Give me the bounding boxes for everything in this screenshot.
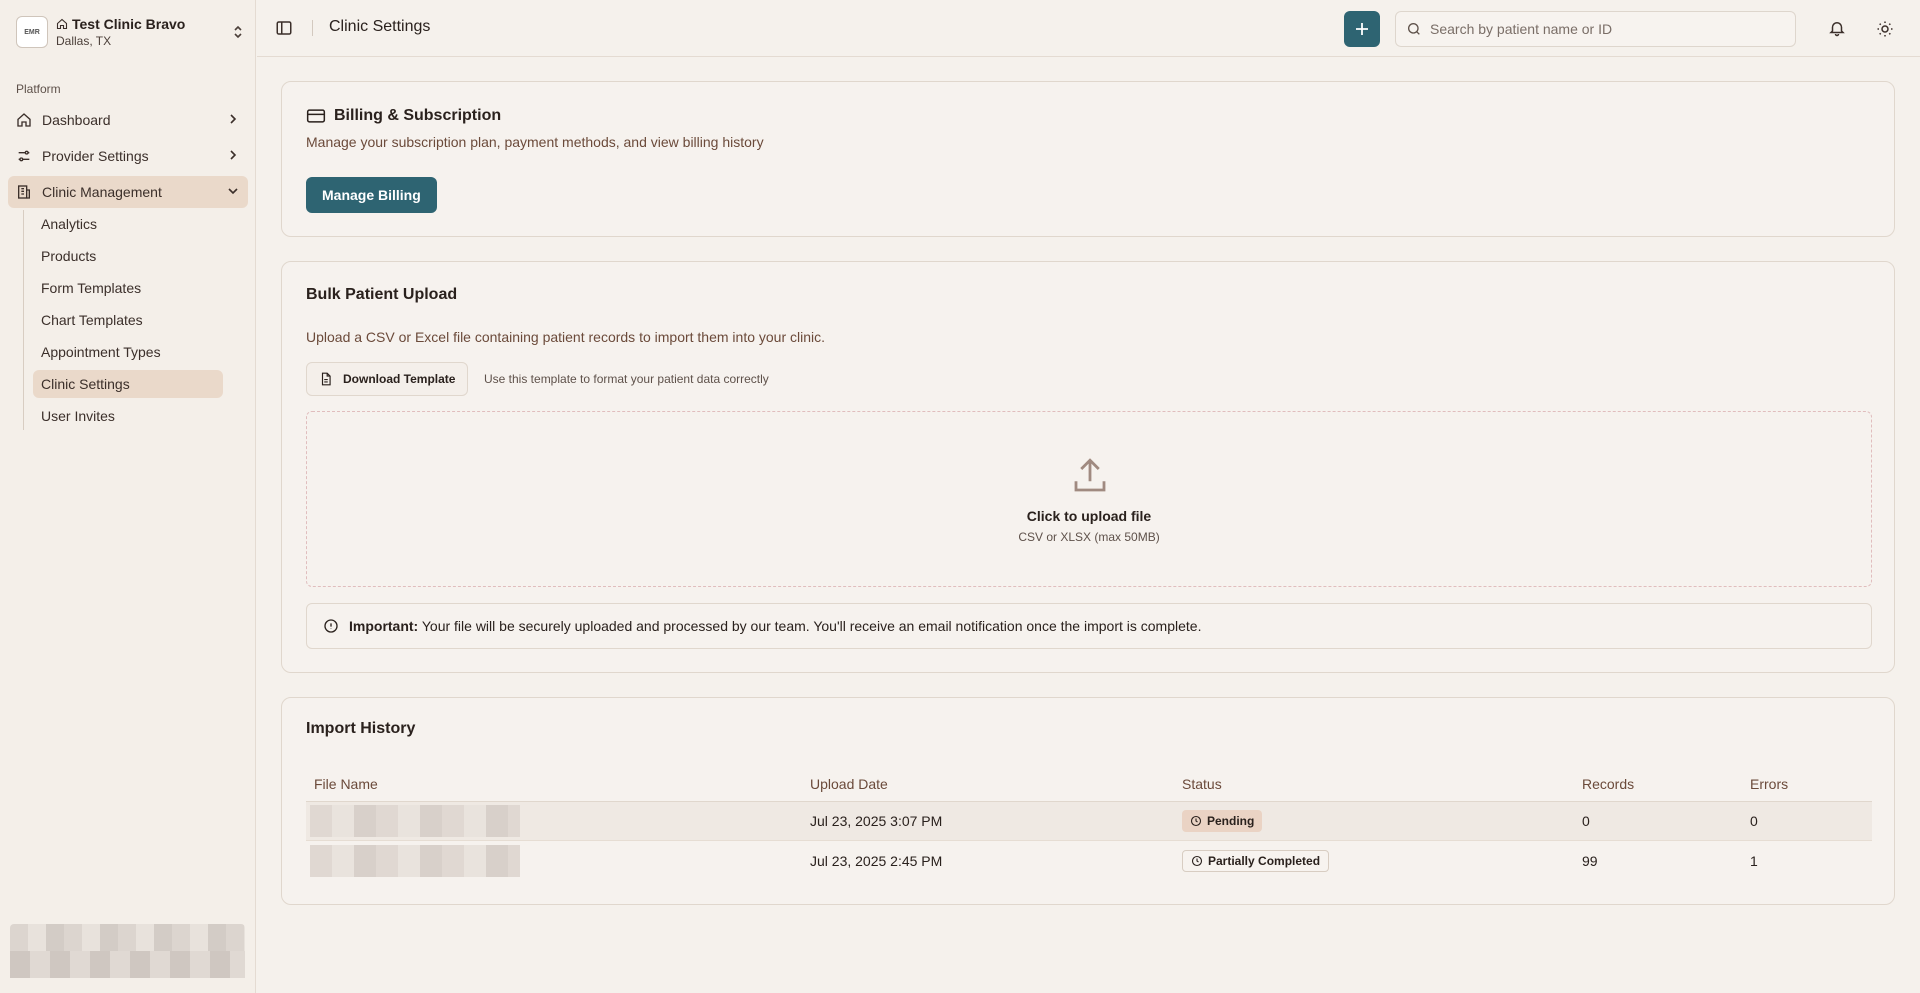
sidebar-subitem-products[interactable]: Products <box>33 242 223 270</box>
search-icon <box>1408 23 1420 35</box>
column-header: Upload Date <box>810 775 888 792</box>
file-dropzone[interactable]: Click to upload file CSV or XLSX (max 50… <box>306 411 1872 587</box>
billing-title-text: Billing & Subscription <box>334 107 502 124</box>
column-header: File Name <box>314 775 378 792</box>
status-badge: Partially Completed <box>1182 849 1330 872</box>
user-profile-redacted[interactable] <box>10 924 245 978</box>
home-icon <box>16 112 32 128</box>
sidebar-item-label: Dashboard <box>42 112 111 128</box>
sidebar-item-label: Clinic Management <box>42 184 162 200</box>
theme-toggle-button[interactable] <box>1867 11 1903 47</box>
upload-date-cell: Jul 23, 2025 3:07 PM <box>810 813 943 829</box>
sidebar-item-clinic-management[interactable]: Clinic Management <box>8 176 248 208</box>
sidebar-subitem-appointment-types[interactable]: Appointment Types <box>33 338 223 366</box>
home-icon <box>56 18 68 30</box>
chevrons-up-down-icon <box>230 24 246 40</box>
clinic-management-subnav: Analytics Products Form Templates Chart … <box>23 210 248 430</box>
search-box[interactable] <box>1395 11 1796 47</box>
important-notice: Important: Your file will be securely up… <box>306 603 1872 649</box>
sidebar-nav: Dashboard Provider Settings Clinic Manag… <box>8 104 248 434</box>
clinic-name: Test Clinic Bravo <box>56 16 230 32</box>
plus-icon <box>1356 23 1368 35</box>
bulk-upload-title: Bulk Patient Upload <box>306 286 458 303</box>
import-history-table: File Name Upload Date Status Records Err… <box>306 766 1872 880</box>
notice-bold: Important: <box>349 618 419 634</box>
table-row[interactable]: Jul 23, 2025 2:45 PM Partially Completed… <box>306 841 1872 880</box>
clinic-info: Test Clinic Bravo Dallas, TX <box>56 16 230 48</box>
nav-group-label: Platform <box>16 82 61 96</box>
status-text: Pending <box>1207 814 1255 828</box>
download-template-label: Download Template <box>343 372 456 386</box>
import-history-card: Import History File Name Upload Date Sta… <box>281 697 1895 905</box>
column-header: Records <box>1582 775 1635 792</box>
chevron-right-icon <box>226 112 240 128</box>
import-history-title: Import History <box>306 720 416 737</box>
download-template-hint: Use this template to format your patient… <box>484 372 769 386</box>
search-input[interactable] <box>1430 21 1770 37</box>
dropzone-title: Click to upload file <box>1026 508 1152 524</box>
sidebar-subitem-clinic-settings[interactable]: Clinic Settings <box>33 370 223 398</box>
download-template-button[interactable]: Download Template <box>306 362 469 396</box>
info-icon <box>324 619 338 633</box>
building-icon <box>16 184 32 200</box>
clock-icon <box>1191 855 1203 866</box>
sidebar-subitem-form-templates[interactable]: Form Templates <box>33 274 223 302</box>
clock-icon <box>1190 815 1202 827</box>
errors-cell: 0 <box>1750 813 1758 829</box>
status-text: Partially Completed <box>1208 853 1321 868</box>
redacted-file-name <box>310 805 520 837</box>
notice-text: Your file will be securely uploaded and … <box>421 618 1202 634</box>
manage-billing-button[interactable]: Manage Billing <box>306 177 437 213</box>
dropzone-subtitle: CSV or XLSX (max 50MB) <box>1018 530 1160 544</box>
records-cell: 99 <box>1582 852 1598 869</box>
sidebar-subitem-analytics[interactable]: Analytics <box>33 210 223 238</box>
redacted-file-name <box>310 844 520 877</box>
sidebar-item-dashboard[interactable]: Dashboard <box>8 104 248 136</box>
clinic-name-text: Test Clinic Bravo <box>72 16 186 32</box>
add-button[interactable] <box>1344 11 1380 47</box>
sidebar-subitem-user-invites[interactable]: User Invites <box>33 402 223 430</box>
topbar-divider <box>312 20 313 36</box>
sidebar-item-label: Provider Settings <box>42 148 149 164</box>
sidebar: EMR Test Clinic Bravo Dallas, TX Platfor… <box>0 0 256 993</box>
sidebar-item-provider-settings[interactable]: Provider Settings <box>8 140 248 172</box>
status-badge: Pending <box>1182 810 1263 832</box>
credit-card-icon <box>306 109 326 123</box>
column-header: Status <box>1182 775 1222 792</box>
sliders-icon <box>16 148 32 164</box>
billing-card: Billing & Subscription Manage your subsc… <box>281 81 1895 237</box>
records-cell: 0 <box>1582 813 1590 829</box>
clinic-location: Dallas, TX <box>56 34 112 48</box>
table-row[interactable]: Jul 23, 2025 3:07 PM Pending 0 0 <box>306 802 1872 841</box>
bell-icon[interactable] <box>1828 19 1846 37</box>
clinic-logo: EMR <box>16 16 48 48</box>
file-name-cell <box>306 805 810 837</box>
billing-description: Manage your subscription plan, payment m… <box>306 134 764 150</box>
status-cell: Partially Completed <box>1182 849 1582 872</box>
upload-icon <box>1069 455 1111 500</box>
sun-icon <box>1877 21 1893 37</box>
billing-title: Billing & Subscription <box>306 106 501 126</box>
sidebar-toggle-icon[interactable] <box>275 19 293 37</box>
file-icon <box>321 372 331 386</box>
file-name-cell <box>306 844 810 877</box>
sidebar-subitem-chart-templates[interactable]: Chart Templates <box>33 306 223 334</box>
errors-cell: 1 <box>1750 852 1758 869</box>
clinic-switcher[interactable]: EMR Test Clinic Bravo Dallas, TX <box>16 14 246 50</box>
notice-text-wrap: Important: Your file will be securely up… <box>349 618 1201 634</box>
topbar: Clinic Settings <box>257 0 1920 57</box>
bulk-upload-description: Upload a CSV or Excel file containing pa… <box>306 329 826 345</box>
table-header: File Name Upload Date Status Records Err… <box>306 766 1872 802</box>
bulk-upload-card: Bulk Patient Upload Upload a CSV or Exce… <box>281 261 1895 673</box>
status-cell: Pending <box>1182 810 1582 832</box>
column-header: Errors <box>1750 775 1789 792</box>
chevron-down-icon <box>226 184 240 200</box>
chevron-right-icon <box>226 148 240 164</box>
upload-date-cell: Jul 23, 2025 2:45 PM <box>810 852 943 869</box>
page-title: Clinic Settings <box>329 18 431 35</box>
